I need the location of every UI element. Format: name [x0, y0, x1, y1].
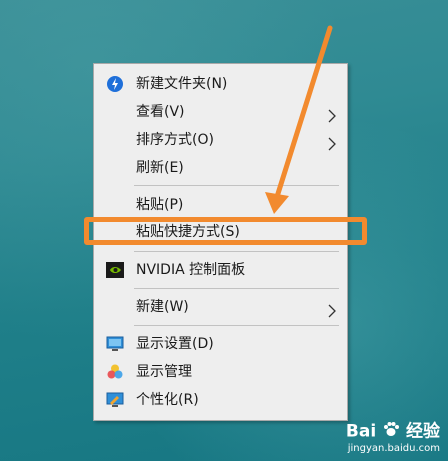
- chevron-right-icon: [327, 105, 337, 123]
- menu-item-label: NVIDIA 控制面板: [136, 262, 246, 278]
- baidu-jingyan-watermark: Bai 经验 jingyan.baidu.com: [346, 420, 440, 455]
- new-folder-icon: [106, 75, 124, 93]
- menu-separator: [134, 288, 339, 289]
- menu-item-label: 粘贴(P): [136, 197, 184, 213]
- menu-item-new-folder[interactable]: 新建文件夹(N): [94, 70, 347, 98]
- personalize-icon: [106, 391, 124, 409]
- display-icon: [106, 335, 124, 353]
- watermark-brand-text: Bai: [345, 421, 377, 442]
- menu-item-label: 显示管理: [136, 364, 192, 380]
- watermark-brand-suffix: 经验: [406, 421, 440, 442]
- menu-item-label: 显示设置(D): [136, 336, 214, 352]
- color-wheel-icon: [106, 363, 124, 381]
- watermark-url: jingyan.baidu.com: [347, 443, 440, 454]
- menu-item-paste[interactable]: 粘贴(P): [94, 191, 347, 219]
- menu-item-label: 新建(W): [136, 299, 189, 315]
- watermark-brand: Bai 经验: [346, 420, 440, 443]
- menu-separator: [134, 251, 339, 252]
- menu-item-refresh[interactable]: 刷新(E): [94, 154, 347, 182]
- nvidia-icon: [106, 261, 124, 279]
- menu-item-label: 查看(V): [136, 104, 185, 120]
- menu-item-label: 刷新(E): [136, 160, 184, 176]
- menu-item-new[interactable]: 新建(W): [94, 293, 347, 321]
- menu-item-view[interactable]: 查看(V): [94, 98, 347, 126]
- paw-icon: [382, 420, 400, 443]
- highlight-box: [84, 217, 367, 245]
- chevron-right-icon: [327, 133, 337, 151]
- menu-item-nvidia-control-panel[interactable]: NVIDIA 控制面板: [94, 256, 347, 284]
- menu-separator: [134, 185, 339, 186]
- menu-item-label: 个性化(R): [136, 392, 199, 408]
- menu-item-sort-by[interactable]: 排序方式(O): [94, 126, 347, 154]
- menu-separator: [134, 325, 339, 326]
- menu-item-label: 排序方式(O): [136, 132, 214, 148]
- menu-item-personalize[interactable]: 个性化(R): [94, 386, 347, 414]
- menu-item-display-settings[interactable]: 显示设置(D): [94, 330, 347, 358]
- chevron-right-icon: [327, 300, 337, 318]
- menu-item-display-management[interactable]: 显示管理: [94, 358, 347, 386]
- menu-item-label: 新建文件夹(N): [136, 76, 228, 92]
